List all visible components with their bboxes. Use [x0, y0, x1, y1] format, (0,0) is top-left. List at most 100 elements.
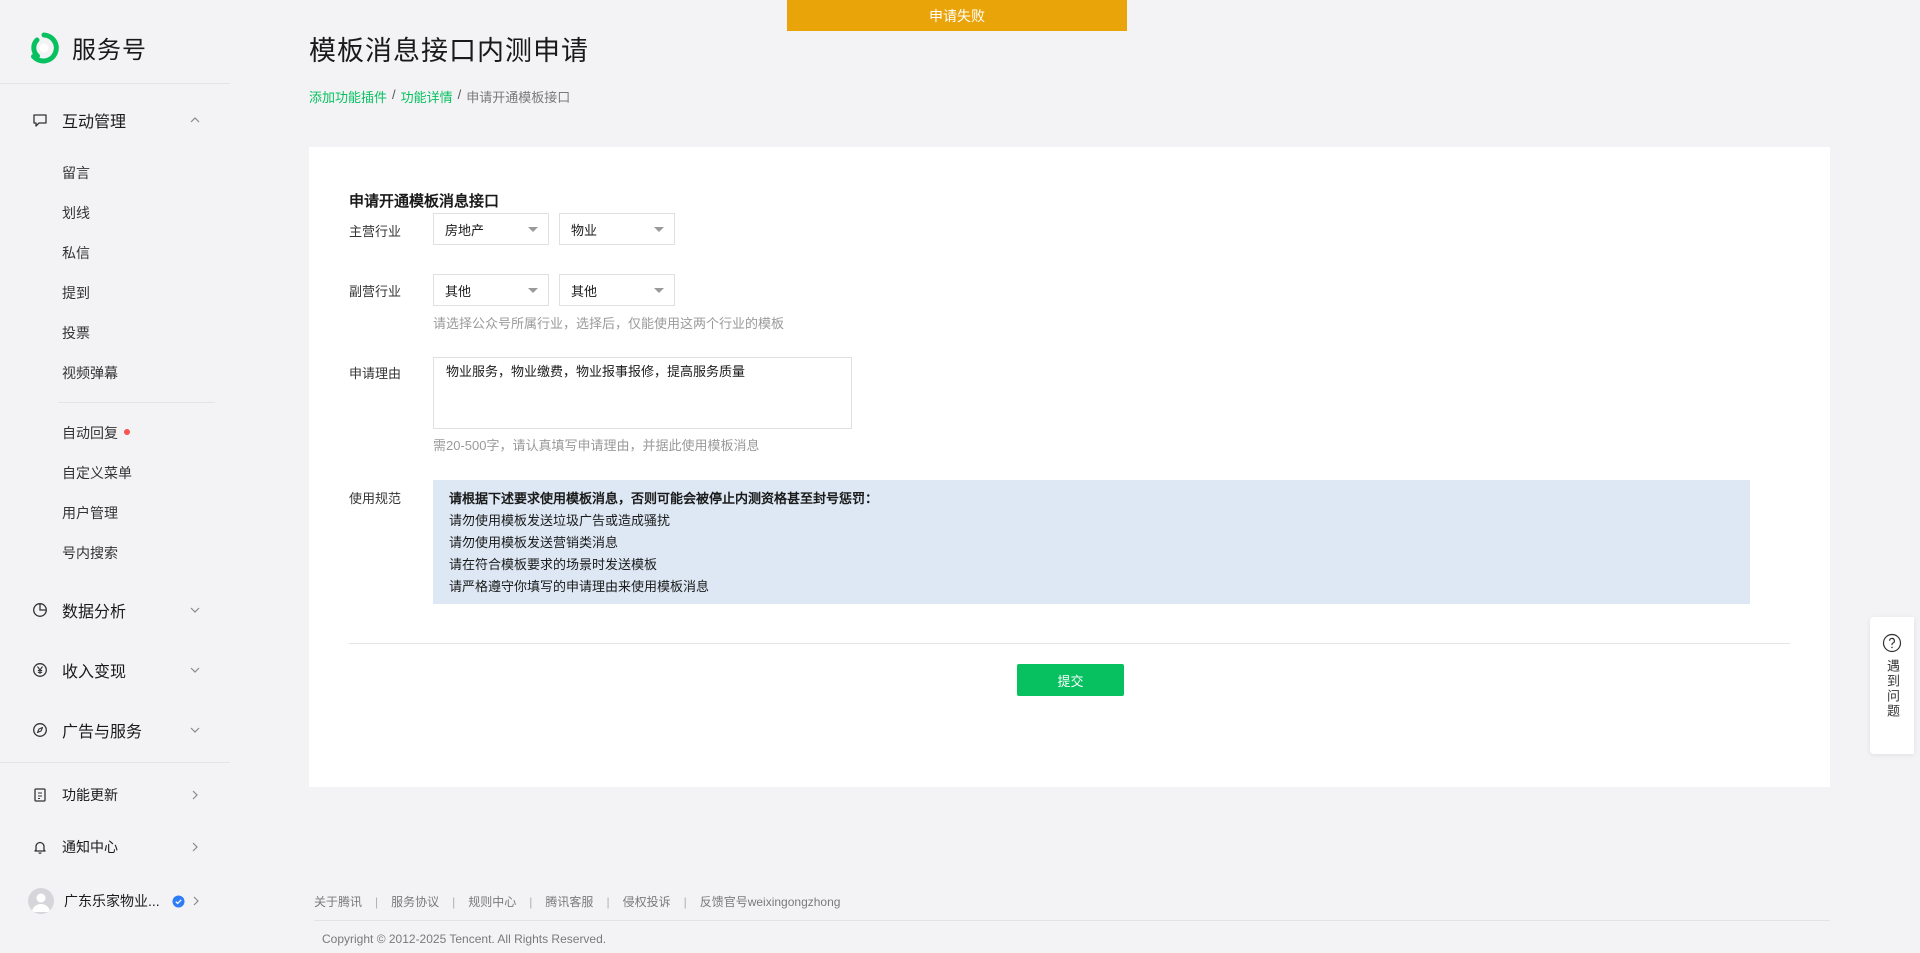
- footer-divider: [314, 920, 1830, 921]
- pie-chart-icon: [32, 602, 48, 618]
- reason-label: 申请理由: [349, 366, 402, 381]
- chevron-down-icon: [188, 723, 202, 737]
- breadcrumb-add-plugin-link[interactable]: 添加功能插件: [309, 87, 387, 106]
- breadcrumb-feature-detail-link[interactable]: 功能详情: [401, 87, 453, 106]
- reason-hint: 需20-500字，请认真填写申请理由，并据此使用模板消息: [433, 438, 760, 453]
- sidebar-item-auto-reply[interactable]: 自动回复: [62, 423, 130, 443]
- select-value: 其他: [571, 283, 598, 299]
- sidebar-group-label: 数据分析: [62, 604, 127, 621]
- footer-separator: |: [529, 894, 533, 909]
- chat-bubble-icon: [32, 112, 48, 128]
- footer-separator: |: [683, 894, 687, 909]
- compass-icon: [32, 722, 48, 738]
- footer-link-infringement[interactable]: 侵权投诉: [623, 893, 671, 910]
- chevron-right-icon: [188, 840, 202, 854]
- page-title: 模板消息接口内测申请: [309, 36, 589, 66]
- footer-link-rules-center[interactable]: 规则中心: [468, 893, 516, 910]
- rules-heading: 请根据下述要求使用模板消息，否则可能会被停止内测资格甚至封号惩罚：: [449, 491, 879, 506]
- account-switcher[interactable]: 广东乐家物业...: [28, 888, 203, 914]
- chevron-down-icon: [188, 603, 202, 617]
- main-industry-secondary-select[interactable]: 物业: [559, 213, 675, 245]
- sidebar-item-underline[interactable]: 划线: [62, 203, 90, 223]
- sidebar-item-user-management[interactable]: 用户管理: [62, 503, 118, 523]
- sidebar-group-label: 互动管理: [62, 114, 127, 131]
- app-name: 服务号: [72, 37, 147, 64]
- help-widget[interactable]: 遇到问题: [1870, 617, 1914, 754]
- sidebar-group-income[interactable]: 收入变现: [32, 658, 202, 682]
- sidebar-feature-updates[interactable]: 功能更新: [32, 783, 202, 807]
- document-icon: [32, 787, 48, 803]
- help-label: 遇到问题: [1885, 659, 1900, 719]
- chevron-down-icon: [188, 663, 202, 677]
- form-title: 申请开通模板消息接口: [349, 193, 500, 210]
- sidebar-divider: [0, 762, 230, 763]
- sidebar-notification-center[interactable]: 通知中心: [32, 835, 202, 859]
- reason-textarea[interactable]: 物业服务，物业缴费，物业报事报修，提高服务质量: [433, 357, 852, 429]
- footer-link-agreement[interactable]: 服务协议: [391, 893, 439, 910]
- chevron-right-icon: [188, 788, 202, 802]
- footer-link-support[interactable]: 腾讯客服: [545, 893, 593, 910]
- footer-separator: |: [606, 894, 610, 909]
- rule-item: 请严格遵守你填写的申请理由来使用模板消息: [449, 579, 710, 594]
- sidebar: 服务号 互动管理 留言 划线 私信 提到 投票 视频弹幕 自动回复 自定义菜单 …: [0, 0, 230, 953]
- breadcrumb-separator: /: [392, 87, 396, 102]
- select-value: 房地产: [445, 222, 485, 238]
- sidebar-item-label: 通知中心: [62, 839, 118, 855]
- form-divider: [349, 643, 1790, 644]
- sidebar-sub-divider: [58, 402, 215, 403]
- sub-industry-primary-select[interactable]: 其他: [433, 274, 549, 306]
- main-industry-primary-select[interactable]: 房地产: [433, 213, 549, 245]
- sidebar-group-interaction[interactable]: 互动管理: [32, 108, 202, 132]
- select-value: 物业: [571, 222, 598, 238]
- footer-link-feedback[interactable]: 反馈官号weixingongzhong: [700, 893, 841, 910]
- footer-separator: |: [375, 894, 379, 909]
- unread-dot: [124, 429, 130, 436]
- sidebar-item-messages[interactable]: 私信: [62, 243, 90, 263]
- sidebar-group-data-analysis[interactable]: 数据分析: [32, 598, 202, 622]
- yen-icon: [32, 662, 48, 678]
- select-value: 其他: [445, 283, 472, 299]
- rule-item: 请在符合模板要求的场景时发送模板: [449, 557, 658, 572]
- caret-down-icon: [528, 288, 538, 293]
- sidebar-item-comments[interactable]: 留言: [62, 163, 90, 183]
- sidebar-item-label: 自动回复: [62, 425, 118, 441]
- app-logo[interactable]: 服务号: [28, 30, 147, 65]
- rule-item: 请勿使用模板发送营销类消息: [449, 535, 619, 550]
- footer-links: 关于腾讯 | 服务协议 | 规则中心 | 腾讯客服 | 侵权投诉 | 反馈官号w…: [314, 893, 840, 910]
- main-industry-label: 主营行业: [349, 224, 402, 239]
- sidebar-item-video-danmaku[interactable]: 视频弹幕: [62, 363, 118, 383]
- chevron-up-icon: [188, 113, 202, 127]
- breadcrumb-separator: /: [457, 87, 462, 102]
- sidebar-group-label: 广告与服务: [62, 724, 143, 741]
- industry-hint: 请选择公众号所属行业，选择后，仅能使用这两个行业的模板: [433, 316, 785, 331]
- sidebar-divider: [0, 83, 230, 84]
- wechat-official-logo-icon: [28, 32, 60, 64]
- footer-separator: |: [452, 894, 456, 909]
- question-circle-icon: [1882, 633, 1902, 653]
- footer-link-about[interactable]: 关于腾讯: [314, 893, 362, 910]
- chevron-right-icon: [189, 894, 203, 908]
- avatar: [28, 888, 54, 914]
- usage-rules-box: 请根据下述要求使用模板消息，否则可能会被停止内测资格甚至封号惩罚： 请勿使用模板…: [433, 480, 1750, 604]
- sidebar-item-label: 功能更新: [62, 787, 118, 803]
- breadcrumb-current: 申请开通模板接口: [466, 90, 571, 105]
- rule-item: 请勿使用模板发送垃圾广告或造成骚扰: [449, 513, 671, 528]
- breadcrumb: 添加功能插件 / 功能详情 / 申请开通模板接口: [309, 87, 570, 106]
- sidebar-item-mentions[interactable]: 提到: [62, 283, 90, 303]
- application-form-card: 申请开通模板消息接口 主营行业 房地产 物业 副营行业 其他 其他 请选择公众号…: [309, 147, 1830, 787]
- sub-industry-secondary-select[interactable]: 其他: [559, 274, 675, 306]
- caret-down-icon: [528, 227, 538, 232]
- copyright: Copyright © 2012-2025 Tencent. All Right…: [322, 932, 607, 946]
- sidebar-item-in-account-search[interactable]: 号内搜索: [62, 543, 118, 563]
- sidebar-group-ads-services[interactable]: 广告与服务: [32, 718, 202, 742]
- rules-label: 使用规范: [349, 491, 402, 506]
- caret-down-icon: [654, 227, 664, 232]
- account-name: 广东乐家物业...: [64, 893, 160, 909]
- submit-button[interactable]: 提交: [1017, 664, 1124, 696]
- verified-badge-icon: [172, 895, 185, 908]
- caret-down-icon: [654, 288, 664, 293]
- bell-icon: [32, 839, 48, 855]
- sidebar-item-custom-menu[interactable]: 自定义菜单: [62, 463, 132, 483]
- error-toast: 申请失败: [787, 0, 1127, 31]
- sidebar-item-votes[interactable]: 投票: [62, 323, 90, 343]
